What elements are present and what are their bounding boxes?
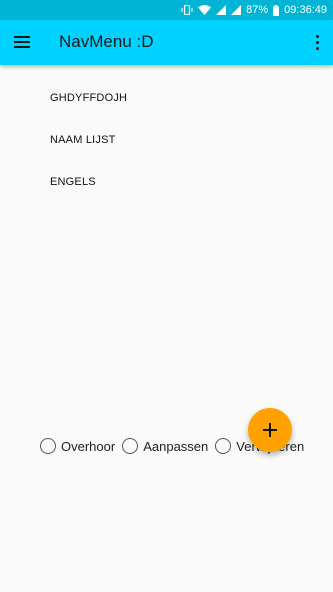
app-title: NavMenu :D	[59, 32, 154, 51]
signal-icon	[216, 5, 227, 15]
more-vert-icon[interactable]	[311, 32, 323, 52]
wifi-icon	[198, 5, 212, 15]
radio-label: Overhoor	[61, 438, 116, 454]
vibrate-icon	[181, 5, 193, 15]
list-item[interactable]: ENGELS	[50, 176, 96, 188]
radio-overhoor[interactable]: Overhoor	[40, 438, 115, 454]
battery-percent: 87%	[246, 4, 269, 16]
plus-icon	[263, 423, 277, 437]
radio-aanpassen[interactable]: Aanpassen	[122, 438, 208, 454]
status-bar: 87% 09:36:49	[0, 0, 333, 20]
add-button[interactable]	[248, 408, 292, 452]
radio-label: Aanpassen	[143, 438, 209, 454]
radio-button[interactable]	[122, 438, 139, 454]
hamburger-menu-icon[interactable]	[12, 33, 32, 51]
battery-icon	[273, 4, 280, 16]
radio-button[interactable]	[40, 438, 56, 454]
app-bar: NavMenu :D	[0, 20, 333, 65]
signal-icon	[231, 5, 242, 15]
list-item[interactable]: NAAM LIJST	[50, 134, 116, 146]
clock: 09:36:49	[284, 4, 327, 16]
list-item[interactable]: GHDYFFDOJH	[50, 92, 127, 104]
radio-button[interactable]	[215, 438, 232, 454]
